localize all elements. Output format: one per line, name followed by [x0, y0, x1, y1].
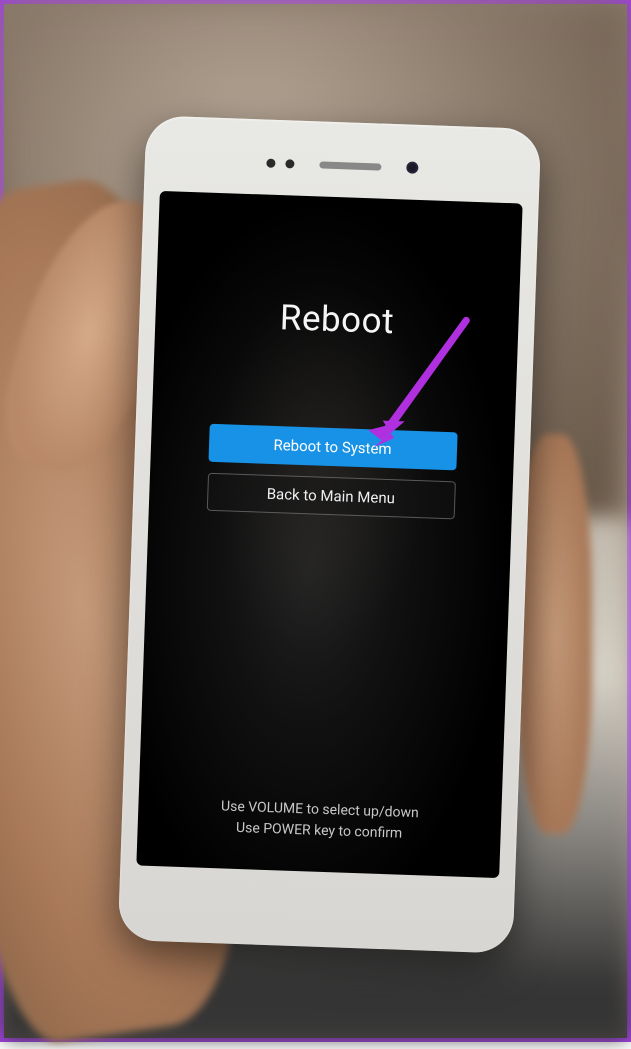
proximity-sensor-icon: [266, 158, 275, 167]
earpiece-icon: [319, 161, 381, 170]
back-to-main-menu-label: Back to Main Menu: [266, 485, 395, 507]
phone-device: Reboot Reboot to System Back to Main Men…: [118, 115, 542, 953]
phone-screen: Reboot Reboot to System Back to Main Men…: [136, 191, 522, 878]
navigation-hint: Use VOLUME to select up/down Use POWER k…: [137, 794, 501, 849]
phone-top-bezel: [144, 133, 541, 197]
page-title: Reboot: [279, 297, 395, 342]
back-to-main-menu-button[interactable]: Back to Main Menu: [206, 473, 455, 520]
reboot-to-system-button[interactable]: Reboot to System: [208, 424, 457, 471]
image-container: Reboot Reboot to System Back to Main Men…: [0, 0, 631, 1042]
ambient-sensor-icon: [285, 159, 294, 168]
menu-options: Reboot to System Back to Main Menu: [206, 424, 457, 520]
recovery-menu-screen: Reboot Reboot to System Back to Main Men…: [136, 191, 522, 878]
front-camera-icon: [406, 161, 418, 173]
reboot-to-system-label: Reboot to System: [273, 436, 392, 458]
